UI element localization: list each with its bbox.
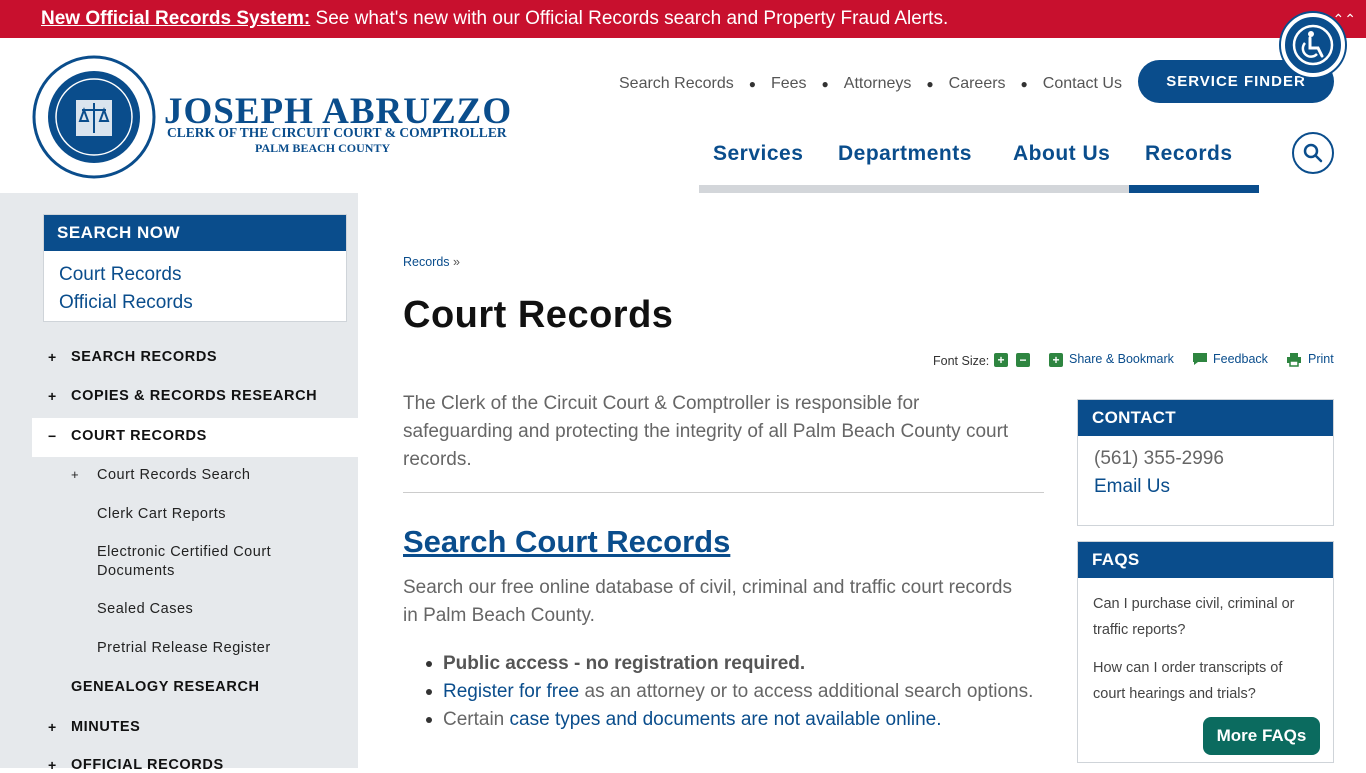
print-icon [1286, 352, 1302, 370]
utility-nav: Search Records ● Fees ● Attorneys ● Care… [619, 75, 1122, 93]
nav-departments[interactable]: Departments [838, 142, 972, 166]
expand-plus-icon[interactable]: + [71, 467, 79, 482]
alert-link[interactable]: New Official Records System: [41, 8, 310, 29]
util-link-contact-us[interactable]: Contact Us [1043, 75, 1122, 93]
nav-services[interactable]: Services [713, 142, 803, 166]
certain-text: Certain [443, 709, 510, 730]
public-access-text: Public access - no registration required… [443, 653, 806, 674]
share-bookmark-link[interactable]: Share & Bookmark [1069, 352, 1174, 366]
font-decrease-icon[interactable]: − [1016, 353, 1030, 367]
feature-list: Public access - no registration required… [426, 650, 1043, 734]
feedback-link[interactable]: Feedback [1213, 352, 1268, 366]
sidebar-item-court-records[interactable]: − COURT RECORDS [32, 418, 358, 457]
contact-phone: (561) 355-2996 [1094, 448, 1224, 469]
util-link-careers[interactable]: Careers [949, 75, 1006, 93]
breadcrumb-separator: » [449, 255, 460, 269]
sidebar-subitem-electronic-certified[interactable]: Electronic Certified Court Documents [97, 543, 317, 581]
email-us-link[interactable]: Email Us [1094, 476, 1170, 498]
contact-title: CONTACT [1078, 400, 1333, 436]
nav-records[interactable]: Records [1145, 142, 1233, 166]
sidebar-subitem-clerk-cart-reports[interactable]: Clerk Cart Reports [97, 505, 226, 524]
separator-dot: ● [1020, 77, 1028, 91]
breadcrumb: Records » [403, 255, 460, 269]
expand-plus-icon[interactable]: + [48, 719, 57, 735]
separator-dot: ● [821, 77, 829, 91]
separator-dot: ● [926, 77, 934, 91]
sidebar-item-label: MINUTES [71, 719, 141, 735]
unavailable-case-types-link[interactable]: case types and documents are not availab… [510, 709, 942, 730]
more-faqs-button[interactable]: More FAQs [1203, 717, 1320, 755]
faq-question-1[interactable]: Can I purchase civil, criminal or traffi… [1093, 591, 1318, 643]
logo-county: PALM BEACH COUNTY [255, 141, 391, 155]
page-title: Court Records [403, 294, 674, 336]
accessibility-icon[interactable] [1281, 13, 1345, 77]
search-now-box: SEARCH NOW Court Records Official Record… [43, 214, 347, 322]
font-size-label: Font Size: [933, 354, 990, 368]
sidebar-subitem-court-records-search[interactable]: Court Records Search [97, 466, 250, 485]
alert-text: See what's new with our Official Records… [310, 8, 949, 29]
util-link-search-records[interactable]: Search Records [619, 75, 734, 93]
collapse-minus-icon[interactable]: − [48, 428, 57, 444]
sidebar-item-label: COURT RECORDS [71, 428, 207, 444]
list-item: Public access - no registration required… [426, 650, 1043, 678]
search-now-court-records-link[interactable]: Court Records [59, 261, 346, 289]
register-free-link[interactable]: Register for free [443, 681, 579, 702]
county-seal-logo[interactable] [32, 55, 156, 179]
intro-text: The Clerk of the Circuit Court & Comptro… [403, 393, 1009, 470]
sidebar-subitem-pretrial-release[interactable]: Pretrial Release Register [97, 639, 271, 658]
breadcrumb-records-link[interactable]: Records [403, 255, 450, 269]
print-link[interactable]: Print [1308, 352, 1334, 366]
list-item: Register for free as an attorney or to a… [426, 678, 1043, 706]
feedback-icon [1192, 352, 1208, 369]
list-item: Certain case types and documents are not… [426, 706, 1043, 734]
util-link-fees[interactable]: Fees [771, 75, 807, 93]
sidebar-item-label: OFFICIAL RECORDS [71, 757, 224, 773]
logo-subtitle: CLERK OF THE CIRCUIT COURT & COMPTROLLER [167, 125, 507, 140]
expand-plus-icon[interactable]: + [48, 388, 57, 404]
share-plus-icon: + [1049, 353, 1063, 367]
sidebar-item-label: SEARCH RECORDS [71, 349, 218, 365]
divider [403, 492, 1044, 493]
search-court-records-heading-link[interactable]: Search Court Records [403, 524, 730, 560]
expand-plus-icon[interactable]: + [48, 757, 57, 773]
font-increase-icon[interactable]: + [994, 353, 1008, 367]
contact-box: CONTACT (561) 355-2996 Email Us [1077, 399, 1334, 526]
nav-active-indicator [1129, 185, 1259, 193]
faqs-title: FAQS [1078, 542, 1333, 578]
sidebar-item-label: COPIES & RECORDS RESEARCH [71, 388, 318, 404]
faq-question-2[interactable]: How can I order transcripts of court hea… [1093, 655, 1318, 707]
util-link-attorneys[interactable]: Attorneys [844, 75, 912, 93]
search-now-official-records-link[interactable]: Official Records [59, 289, 346, 317]
section-description: Search our free online database of civil… [403, 577, 1013, 626]
nav-about-us[interactable]: About Us [1013, 142, 1110, 166]
sidebar-subitem-sealed-cases[interactable]: Sealed Cases [97, 600, 193, 619]
search-now-title: SEARCH NOW [44, 215, 346, 251]
alert-banner: New Official Records System: See what's … [0, 0, 1366, 38]
separator-dot: ● [748, 77, 756, 91]
expand-plus-icon[interactable]: + [48, 349, 57, 365]
main-nav: Services Departments About Us Records [699, 138, 1259, 193]
search-icon[interactable] [1292, 132, 1334, 174]
register-text: as an attorney or to access additional s… [579, 681, 1034, 702]
faqs-box: FAQS Can I purchase civil, criminal or t… [1077, 541, 1334, 763]
sidebar-item-label: GENEALOGY RESEARCH [71, 679, 260, 695]
